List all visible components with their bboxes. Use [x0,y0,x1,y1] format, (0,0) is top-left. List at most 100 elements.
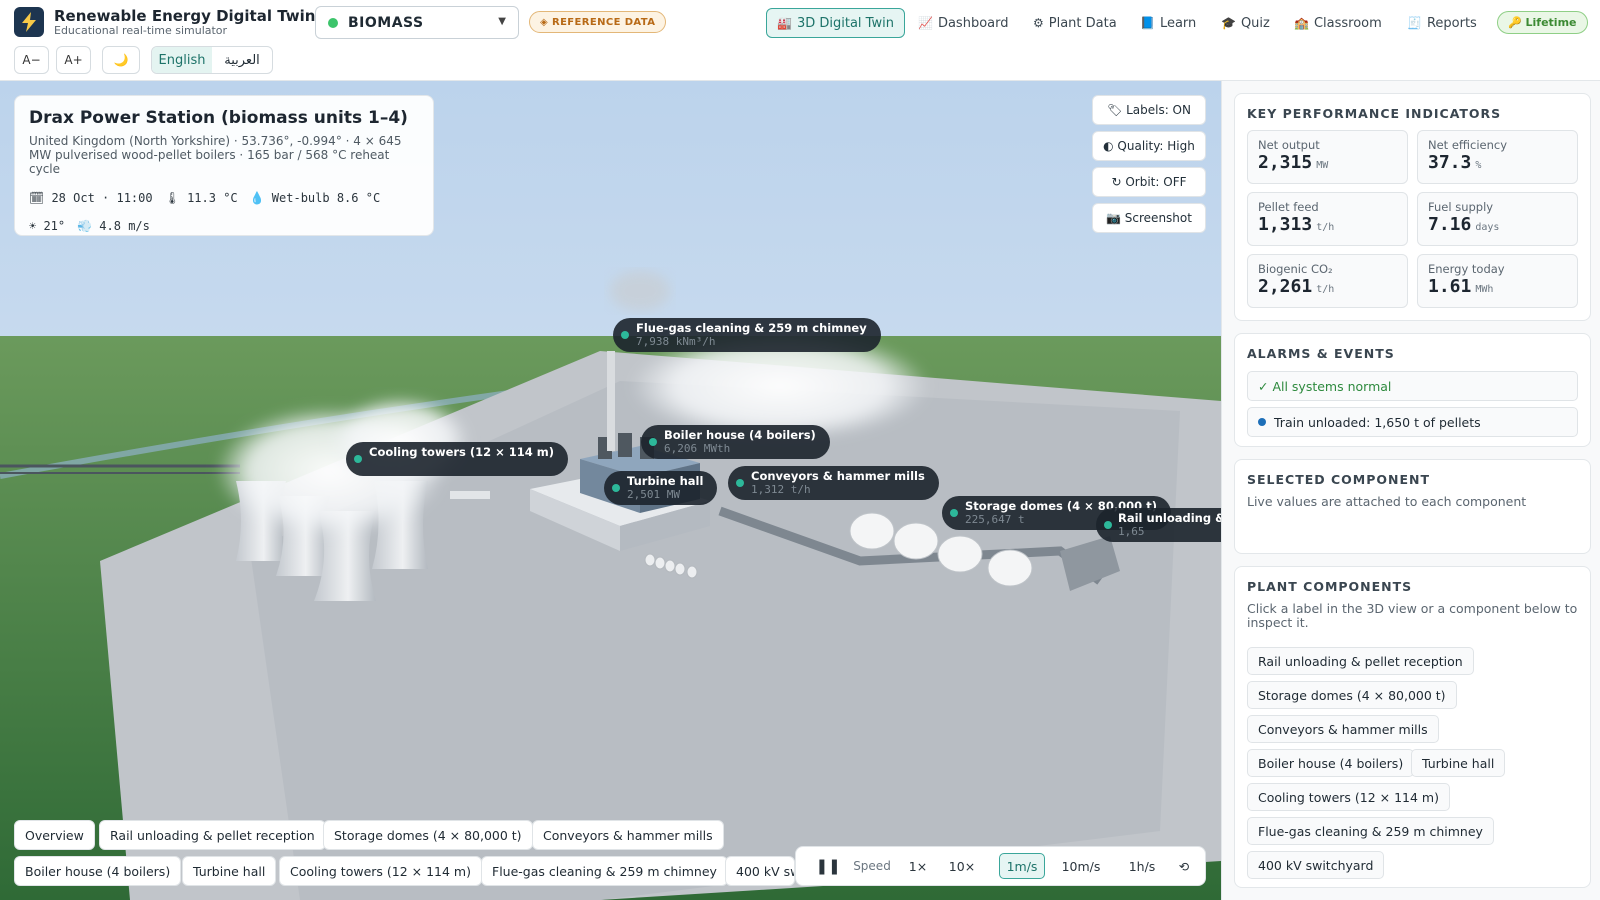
sun-icon: ☀ 21° [29,219,66,233]
kpi-unit: MW [1316,160,1329,171]
language-english-button[interactable]: English [152,47,212,73]
component-boiler-house[interactable]: Boiler house (4 boilers) [1247,749,1415,777]
tab-quiz[interactable]: 🎓 Quiz [1221,8,1270,38]
orbit-toggle-button[interactable]: ↻ Orbit: OFF [1092,167,1206,197]
status-dot-icon [950,509,958,517]
tab-classroom[interactable]: 🏫 Classroom [1294,8,1382,38]
kpi-label: Fuel supply [1428,200,1494,214]
reference-data-badge: ◈ REFERENCE DATA [529,11,667,33]
scene-label-rail-unloading[interactable]: Rail unloading & 1,65 [1096,508,1221,542]
status-dot-icon [736,479,744,487]
site-name: Drax Power Station (biomass units 1–4) [29,108,408,128]
alarm-event-text: Train unloaded: 1,650 t of pellets [1274,414,1481,430]
license-badge[interactable]: 🔑 Lifetime [1497,11,1588,34]
quality-toggle-button[interactable]: ◐ Quality: High [1092,131,1206,161]
scene-label-turbine-hall[interactable]: Turbine hall 2,501 MW [604,471,718,505]
gear-icon: ⚙ [1033,16,1044,30]
speed-option-1m-s[interactable]: 1m/s [999,853,1045,879]
kpi-value: 1.61 [1428,276,1472,297]
tab-plant-data[interactable]: ⚙ Plant Data [1033,8,1117,38]
tab-dashboard[interactable]: 📈 Dashboard [918,8,1008,38]
kpi-unit: t/h [1316,222,1335,233]
chip-conveyors[interactable]: Conveyors & hammer mills [532,820,724,850]
language-switch: English العربية [151,46,273,74]
component-switchyard[interactable]: 400 kV switchyard [1247,851,1385,879]
scene-label-value: 1,65 [1118,525,1145,538]
component-storage-domes[interactable]: Storage domes (4 × 80,000 t) [1247,681,1457,709]
speed-option-1x[interactable]: 1× [903,853,933,879]
kpi-value: 2,261 [1258,276,1313,297]
kpi-label: Net output [1258,138,1320,152]
font-decrease-button[interactable]: A− [14,46,49,74]
site-weather-row: ☀ 21° 💨 4.8 m/s [29,212,419,240]
components-title: PLANT COMPONENTS [1247,579,1413,594]
pause-icon[interactable]: ❚❚ [815,853,840,879]
chip-switchyard[interactable]: 400 kV sw [725,856,795,886]
scene-label-name: Conveyors & hammer mills [751,469,925,483]
droplet-icon: 💧 Wet-bulb 8.6 °C [249,191,381,205]
component-conveyors[interactable]: Conveyors & hammer mills [1247,715,1439,743]
tab-3d-digital-twin[interactable]: 🏭 3D Digital Twin [766,8,905,38]
component-flue-gas[interactable]: Flue-gas cleaning & 259 m chimney [1247,817,1494,845]
scene-label-conveyors[interactable]: Conveyors & hammer mills 1,312 t/h [728,466,939,500]
kpi-label: Net efficiency [1428,138,1508,152]
top-bar: Renewable Energy Digital Twin Educationa… [0,0,1600,81]
reset-icon[interactable]: ⟲ [1174,853,1194,879]
wind-icon: 💨 4.8 m/s [77,219,150,233]
chip-turbine-hall[interactable]: Turbine hall [182,856,277,886]
scene-label-cooling-towers[interactable]: Cooling towers (12 × 114 m) [346,442,569,476]
alarm-event-item: Train unloaded: 1,650 t of pellets [1247,407,1578,437]
scene-label-value: 7,938 kNm³/h [636,335,716,348]
app-title: Renewable Energy Digital Twin [54,7,316,25]
chip-boiler-house[interactable]: Boiler house (4 boilers) [14,856,182,886]
scene-label-name: Flue-gas cleaning & 259 m chimney [636,321,867,335]
energy-source-value: BIOMASS [348,14,424,31]
chip-flue-gas[interactable]: Flue-gas cleaning & 259 m chimney [481,856,728,886]
screenshot-button[interactable]: 📷 Screenshot [1092,203,1206,233]
moon-icon[interactable]: 🌙 [102,46,140,74]
factory-icon: 🏭 [777,16,792,30]
labels-toggle-button[interactable]: 🏷 Labels: ON [1092,95,1206,125]
graduation-cap-icon: 🎓 [1221,16,1236,30]
alarms-title: ALARMS & EVENTS [1247,346,1395,361]
selected-title: SELECTED COMPONENT [1247,472,1431,487]
status-dot-icon [354,455,362,463]
scene-label-boiler-house[interactable]: Boiler house (4 boilers) 6,206 MWth [641,425,830,459]
tab-label: Reports [1426,15,1477,31]
speed-option-10x[interactable]: 10× [944,853,980,879]
chip-rail-unloading[interactable]: Rail unloading & pellet reception [99,820,326,850]
tab-label: Quiz [1240,15,1270,31]
chip-storage-domes[interactable]: Storage domes (4 × 80,000 t) [323,820,533,850]
site-info-card: Drax Power Station (biomass units 1–4) U… [14,95,434,236]
plant-components-panel: PLANT COMPONENTS Click a label in the 3D… [1234,566,1591,888]
kpi-label: Energy today [1428,262,1505,276]
scene-label-flue-gas[interactable]: Flue-gas cleaning & 259 m chimney 7,938 … [613,318,881,352]
site-description: United Kingdom (North Yorkshire) · 53.73… [29,134,402,176]
status-dot-icon [621,331,629,339]
selected-component-panel: SELECTED COMPONENT Live values are attac… [1234,459,1591,554]
tab-reports[interactable]: 🧾 Reports [1407,8,1477,38]
tab-label: Classroom [1313,15,1382,31]
chip-overview[interactable]: Overview [14,820,95,850]
book-icon: 📘 [1140,16,1155,30]
chip-cooling-towers[interactable]: Cooling towers (12 × 114 m) [279,856,482,886]
kpi-unit: days [1475,222,1500,233]
component-turbine-hall[interactable]: Turbine hall [1411,749,1506,777]
kpi-biogenic-co2: Biogenic CO₂ 2,261 t/h [1247,254,1408,308]
scene-label-name: Turbine hall [627,474,704,488]
lightning-bolt-icon[interactable] [14,7,44,37]
speed-option-10m-s[interactable]: 10m/s [1056,853,1106,879]
component-cooling-towers[interactable]: Cooling towers (12 × 114 m) [1247,783,1450,811]
tab-learn[interactable]: 📘 Learn [1140,8,1196,38]
font-increase-button[interactable]: A+ [56,46,91,74]
kpi-energy-today: Energy today 1.61 MWh [1417,254,1578,308]
thermometer-icon: 🌡 11.3 °C [164,191,238,205]
energy-source-select[interactable]: BIOMASS ▼ [315,6,519,39]
speed-option-1h-s[interactable]: 1h/s [1121,853,1163,879]
component-rail-unloading[interactable]: Rail unloading & pellet reception [1247,647,1474,675]
info-dot-icon [1258,418,1266,426]
receipt-icon: 🧾 [1407,16,1422,30]
tab-label: Plant Data [1048,15,1117,31]
app-subtitle: Educational real-time simulator [54,24,228,37]
language-arabic-button[interactable]: العربية [212,47,272,73]
